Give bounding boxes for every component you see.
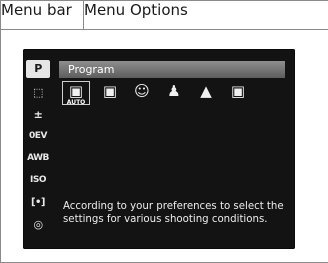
menu-bar-header: Menu bar — [0, 0, 84, 30]
awb-icon[interactable]: AWB — [26, 149, 50, 167]
auto-camera-glyph: ▣ — [68, 82, 84, 100]
menu-options-header: Menu Options — [83, 0, 328, 30]
more-scenes-icon[interactable]: ▣ — [225, 82, 251, 104]
ev-icon[interactable]: 0EV — [26, 127, 50, 145]
auto-camera-icon[interactable]: ▣ AUTO — [62, 81, 90, 106]
lcd-title-bar: Program — [59, 61, 285, 78]
mode-description: According to your preferences to select … — [63, 201, 284, 225]
menu-sidebar: P ⬚ ± 0EV AWB ISO [•] ◎ — [23, 49, 53, 249]
landscape-icon[interactable]: ▲ — [193, 82, 219, 104]
color-icon[interactable]: ◎ — [26, 216, 50, 234]
menu-table: Menu bar Menu Options P ⬚ ± 0EV AWB ISO … — [0, 0, 328, 263]
portrait-icon[interactable]: ☺ — [129, 82, 155, 104]
drive-mode-icon[interactable]: ⬚ — [26, 84, 50, 102]
iso-auto-icon[interactable]: ISO — [26, 171, 50, 189]
night-portrait-icon[interactable]: ♟ — [161, 82, 187, 104]
program-mode-icon[interactable]: P — [26, 60, 50, 78]
document-frame: Menu bar Menu Options P ⬚ ± 0EV AWB ISO … — [0, 0, 328, 263]
metering-icon[interactable]: [•] — [26, 194, 50, 212]
auto-label: AUTO — [66, 99, 86, 106]
screenshot-cell: P ⬚ ± 0EV AWB ISO [•] ◎ Program ▣ AUTO ▣ — [0, 29, 328, 263]
exposure-icon[interactable]: ± — [26, 106, 50, 124]
scene-options-row: ▣ AUTO ▣ ☺ ♟ ▲ ▣ — [59, 81, 289, 106]
camera-lcd-screen: P ⬚ ± 0EV AWB ISO [•] ◎ Program ▣ AUTO ▣ — [23, 49, 295, 249]
program-camera-icon[interactable]: ▣ — [97, 82, 123, 104]
